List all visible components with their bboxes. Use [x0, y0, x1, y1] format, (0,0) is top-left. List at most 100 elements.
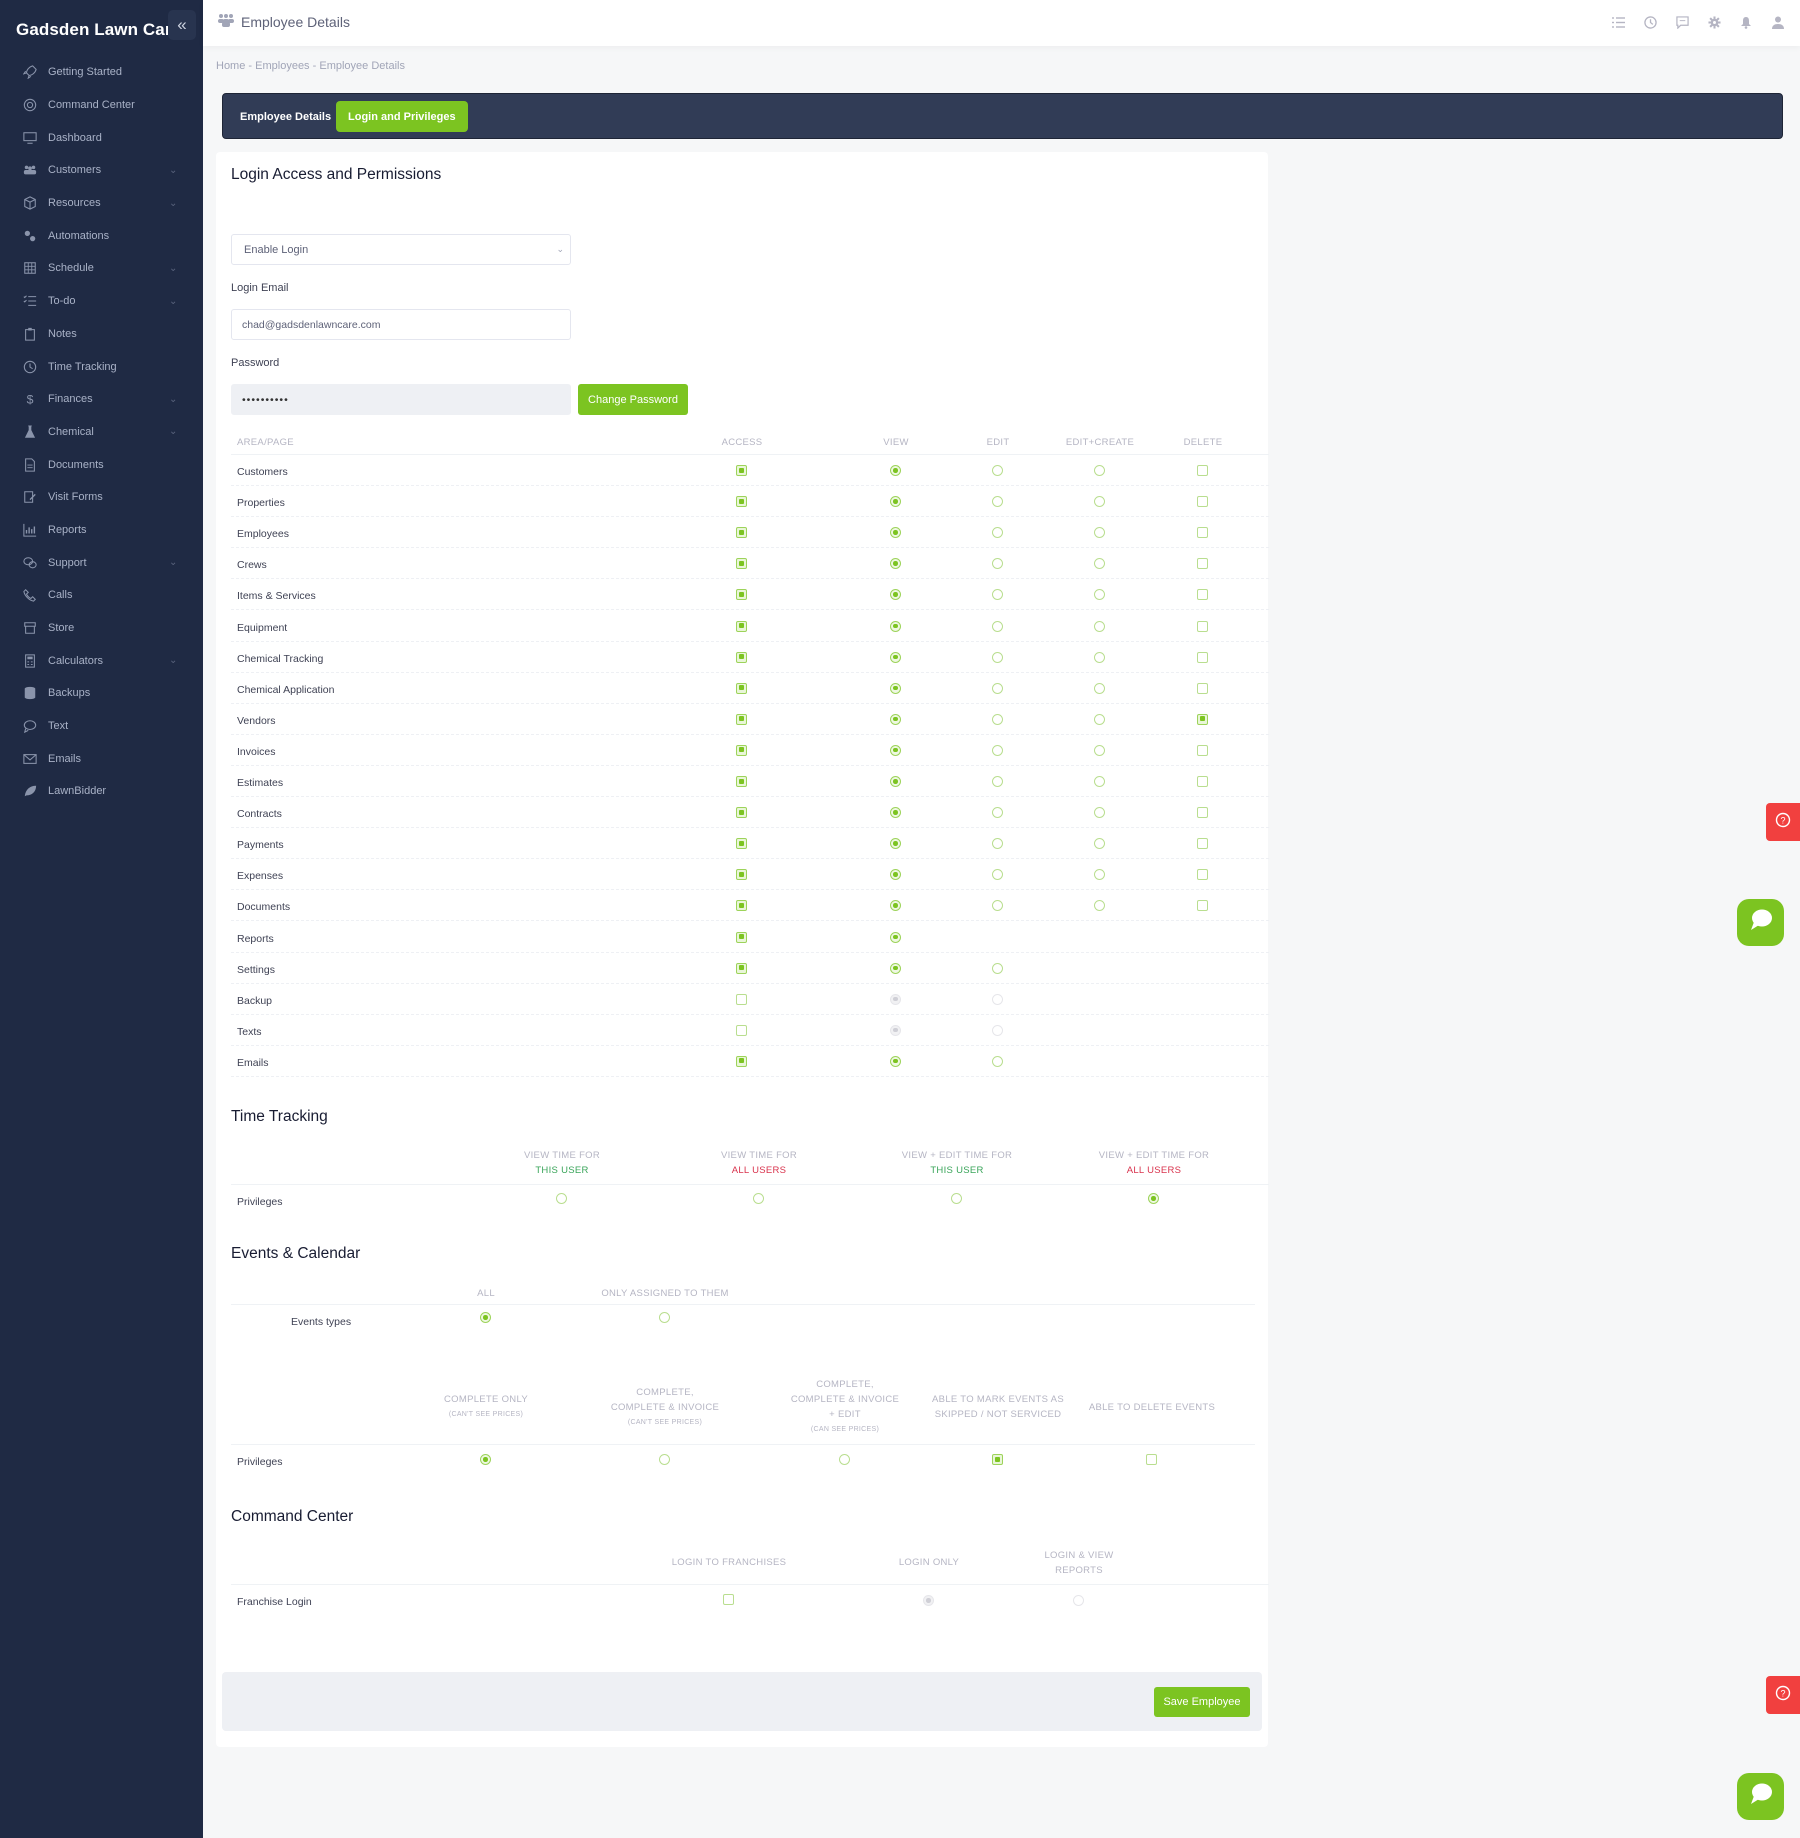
radio-edit[interactable] [992, 713, 1003, 725]
sidebar-item-emails[interactable]: Emails [0, 742, 203, 775]
radio-edit-create[interactable] [1094, 744, 1105, 756]
radio-event-privilege-2[interactable] [659, 1454, 670, 1465]
list-icon[interactable] [1610, 14, 1626, 30]
chat-button-bottom[interactable] [1737, 1773, 1784, 1820]
radio-view[interactable] [890, 900, 901, 912]
checkbox-access[interactable] [736, 682, 747, 694]
checkbox-login-to-franchises[interactable] [723, 1594, 734, 1605]
sidebar-item-time-tracking[interactable]: Time Tracking [0, 350, 203, 383]
radio-time-privilege-3[interactable] [951, 1193, 962, 1204]
sidebar-item-chemical[interactable]: Chemical ⌄ [0, 416, 203, 449]
radio-edit-create[interactable] [1094, 900, 1105, 912]
radio-edit[interactable] [992, 465, 1003, 476]
sidebar-item-calls[interactable]: Calls [0, 579, 203, 612]
sidebar-item-text[interactable]: Text [0, 710, 203, 743]
radio-time-privilege-2[interactable] [753, 1193, 764, 1204]
radio-edit[interactable] [992, 496, 1003, 508]
checkbox-mark-skipped[interactable] [992, 1454, 1003, 1465]
radio-edit[interactable] [992, 807, 1003, 819]
radio-view[interactable] [890, 807, 901, 819]
tab-login-privileges[interactable]: Login and Privileges [336, 101, 468, 132]
radio-edit[interactable] [992, 776, 1003, 787]
radio-edit-create[interactable] [1094, 713, 1105, 725]
radio-view[interactable] [890, 838, 901, 850]
radio-edit[interactable] [992, 1055, 1003, 1067]
message-icon[interactable] [1674, 14, 1690, 30]
radio-edit-create[interactable] [1094, 589, 1105, 601]
radio-view[interactable] [890, 744, 901, 756]
checkbox-access[interactable] [736, 558, 747, 570]
checkbox-access[interactable] [736, 869, 747, 881]
help-button-bottom[interactable]: ? [1766, 1676, 1800, 1714]
sidebar-item-resources[interactable]: Resources ⌄ [0, 187, 203, 220]
checkbox-delete[interactable] [1197, 713, 1208, 725]
radio-time-privilege-4[interactable] [1148, 1193, 1159, 1204]
chat-button[interactable] [1737, 899, 1784, 946]
radio-edit[interactable] [992, 682, 1003, 694]
radio-edit[interactable] [992, 900, 1003, 912]
save-employee-button[interactable]: Save Employee [1154, 1687, 1250, 1717]
radio-edit-create[interactable] [1094, 838, 1105, 850]
checkbox-access[interactable] [736, 651, 747, 663]
checkbox-access[interactable] [736, 807, 747, 819]
sidebar-item-calculators[interactable]: Calculators ⌄ [0, 644, 203, 677]
change-password-button[interactable]: Change Password [578, 384, 688, 415]
radio-view[interactable] [890, 465, 901, 476]
radio-event-privilege-1[interactable] [480, 1454, 491, 1465]
checkbox-delete[interactable] [1197, 620, 1208, 632]
radio-event-type-2[interactable] [659, 1312, 670, 1323]
radio-edit[interactable] [992, 651, 1003, 663]
radio-edit-create[interactable] [1094, 776, 1105, 787]
checkbox-delete[interactable] [1197, 651, 1208, 663]
radio-edit[interactable] [992, 527, 1003, 539]
sidebar-item-to-do[interactable]: To-do ⌄ [0, 285, 203, 318]
radio-view[interactable] [890, 496, 901, 508]
sidebar-item-lawnbidder[interactable]: LawnBidder [0, 775, 203, 808]
collapse-sidebar-button[interactable]: « [168, 10, 196, 40]
radio-edit[interactable] [992, 558, 1003, 570]
sidebar-item-support[interactable]: Support ⌄ [0, 546, 203, 579]
checkbox-delete[interactable] [1197, 776, 1208, 787]
radio-edit-create[interactable] [1094, 527, 1105, 539]
sidebar-item-getting-started[interactable]: Getting Started [0, 56, 203, 89]
checkbox-access[interactable] [736, 776, 747, 787]
sidebar-item-dashboard[interactable]: Dashboard [0, 121, 203, 154]
radio-edit[interactable] [992, 589, 1003, 601]
sidebar-item-automations[interactable]: Automations [0, 219, 203, 252]
radio-edit[interactable] [992, 838, 1003, 850]
checkbox-access[interactable] [736, 465, 747, 476]
radio-edit-create[interactable] [1094, 496, 1105, 508]
radio-event-type-1[interactable] [480, 1312, 491, 1323]
radio-view[interactable] [890, 651, 901, 663]
radio-edit[interactable] [992, 744, 1003, 756]
user-icon[interactable] [1770, 14, 1786, 30]
clock-icon[interactable] [1642, 14, 1658, 30]
radio-edit-create[interactable] [1094, 620, 1105, 632]
help-button[interactable]: ? [1766, 803, 1800, 841]
radio-view[interactable] [890, 931, 901, 943]
checkbox-delete[interactable] [1197, 589, 1208, 601]
sidebar-item-schedule[interactable]: Schedule ⌄ [0, 252, 203, 285]
password-input[interactable]: •••••••••• [231, 384, 571, 415]
radio-view[interactable] [890, 962, 901, 974]
radio-edit-create[interactable] [1094, 807, 1105, 819]
checkbox-access[interactable] [736, 838, 747, 850]
sidebar-item-store[interactable]: Store [0, 612, 203, 645]
enable-login-select[interactable]: Enable Login ⌄ [231, 234, 571, 265]
radio-view[interactable] [890, 589, 901, 601]
checkbox-access[interactable] [736, 496, 747, 508]
checkbox-access[interactable] [736, 589, 747, 601]
radio-view[interactable] [890, 776, 901, 787]
checkbox-delete[interactable] [1197, 527, 1208, 539]
checkbox-access[interactable] [736, 931, 747, 943]
breadcrumb-employees[interactable]: Employees [255, 60, 309, 72]
radio-view[interactable] [890, 869, 901, 881]
sidebar-item-reports[interactable]: Reports [0, 514, 203, 547]
checkbox-delete[interactable] [1197, 900, 1208, 912]
sidebar-item-notes[interactable]: Notes [0, 318, 203, 351]
sidebar-item-customers[interactable]: Customers ⌄ [0, 154, 203, 187]
checkbox-delete[interactable] [1197, 682, 1208, 694]
checkbox-access[interactable] [736, 527, 747, 539]
radio-edit-create[interactable] [1094, 682, 1105, 694]
radio-view[interactable] [890, 527, 901, 539]
